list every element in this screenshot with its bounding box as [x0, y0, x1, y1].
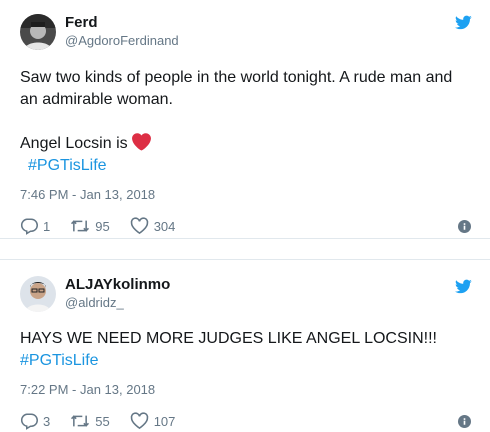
- avatar[interactable]: [20, 14, 56, 50]
- retweet-button[interactable]: 55: [70, 412, 110, 430]
- reply-button[interactable]: 1: [20, 217, 50, 235]
- user-handle[interactable]: @AgdoroFerdinand: [65, 32, 179, 50]
- like-count: 304: [153, 218, 176, 234]
- retweet-icon: [71, 220, 90, 232]
- author-names: Ferd @AgdoroFerdinand: [65, 14, 179, 50]
- tweet-text-line: Angel Locsin is: [20, 133, 470, 155]
- tweet-header: ALJAYkolinmo @aldridz_: [20, 274, 470, 314]
- tweet-text-line: Saw two kinds of people in the world ton…: [20, 69, 453, 108]
- tweet-card[interactable]: ALJAYkolinmo @aldridz_ HAYS WE NEED MORE…: [0, 259, 490, 432]
- retweet-count: 55: [95, 413, 110, 429]
- reply-icon: [21, 413, 38, 430]
- display-name[interactable]: Ferd: [65, 14, 179, 32]
- tweet-actions: 3 55 107: [20, 410, 471, 432]
- user-handle[interactable]: @aldridz_: [65, 294, 170, 312]
- like-button[interactable]: 304: [130, 217, 176, 235]
- like-count: 107: [153, 413, 176, 429]
- tweet-text-fragment: Angel Locsin is: [20, 135, 128, 152]
- avatar[interactable]: [20, 276, 56, 312]
- author-names: ALJAYkolinmo @aldridz_: [65, 276, 170, 312]
- timestamp[interactable]: 7:22 PM - Jan 13, 2018: [20, 382, 470, 398]
- heart-outline-icon: [130, 217, 148, 235]
- tweet-separator: [0, 239, 490, 259]
- tweet-card[interactable]: Ferd @AgdoroFerdinand Saw two kinds of p…: [0, 0, 490, 239]
- retweet-count: 95: [95, 218, 110, 234]
- hashtag-link[interactable]: #PGTisLife: [20, 155, 470, 177]
- tweet-header: Ferd @AgdoroFerdinand: [20, 12, 470, 52]
- retweet-icon: [71, 415, 90, 427]
- tweet-text: Saw two kinds of people in the world ton…: [20, 67, 470, 177]
- reply-icon: [21, 218, 38, 235]
- timestamp[interactable]: 7:46 PM - Jan 13, 2018: [20, 187, 470, 203]
- tweet-text-line: HAYS WE NEED MORE JUDGES LIKE ANGEL LOCS…: [20, 330, 437, 347]
- twitter-bird-icon[interactable]: [455, 278, 472, 295]
- heart-outline-icon: [130, 412, 148, 430]
- red-heart-emoji: [131, 133, 151, 151]
- tweet-text: HAYS WE NEED MORE JUDGES LIKE ANGEL LOCS…: [20, 328, 470, 372]
- hashtag-link[interactable]: #PGTisLife: [20, 350, 470, 372]
- display-name[interactable]: ALJAYkolinmo: [65, 276, 170, 294]
- reply-button[interactable]: 3: [20, 412, 50, 430]
- info-icon[interactable]: [458, 414, 471, 428]
- reply-count: 3: [43, 413, 51, 429]
- like-button[interactable]: 107: [130, 412, 176, 430]
- tweet-actions: 1 95 304: [20, 215, 471, 237]
- twitter-bird-icon[interactable]: [455, 14, 472, 31]
- reply-count: 1: [43, 218, 51, 234]
- retweet-button[interactable]: 95: [70, 217, 110, 235]
- info-icon[interactable]: [458, 219, 471, 233]
